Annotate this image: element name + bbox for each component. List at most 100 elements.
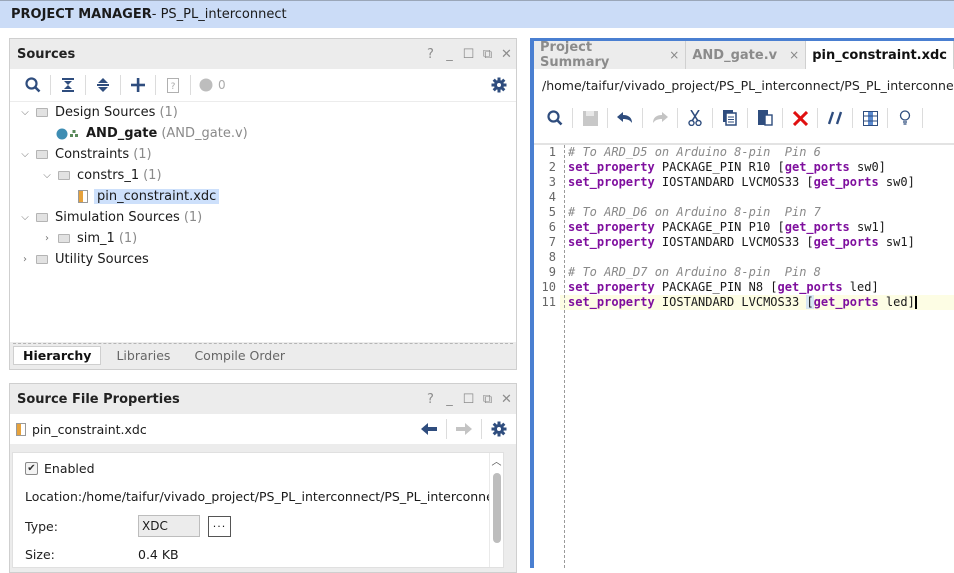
- chevron-down-icon[interactable]: ⌵: [18, 107, 32, 118]
- unknown-file-icon: ?: [167, 77, 179, 93]
- expand-all-button[interactable]: [86, 72, 120, 98]
- code-line[interactable]: 7 set_property IOSTANDARD LVCMOS33 [get_p…: [534, 235, 954, 250]
- tree-item-design-sources[interactable]: ⌵ Design Sources (1): [10, 102, 516, 123]
- code-line[interactable]: 8: [534, 250, 954, 265]
- type-field[interactable]: XDC: [138, 515, 200, 537]
- code-line[interactable]: 11 set_property IOSTANDARD LVCMOS33 [get_…: [534, 295, 954, 310]
- delete-button[interactable]: [783, 105, 817, 131]
- settings-button[interactable]: [482, 416, 516, 442]
- editor-panel: Project Summary × AND_gate.v × pin_const…: [530, 38, 954, 568]
- tab-libraries[interactable]: Libraries: [107, 347, 179, 364]
- tree-item-count: (1): [183, 210, 203, 225]
- help-icon[interactable]: ?: [421, 47, 440, 62]
- code-line[interactable]: 1 # To ARD_D5 on Arduino 8-pin Pin 6: [534, 145, 954, 160]
- chevron-down-icon[interactable]: ⌵: [18, 212, 32, 223]
- tab-compile-order[interactable]: Compile Order: [185, 347, 294, 364]
- tab-and-gate-v[interactable]: AND_gate.v ×: [686, 41, 807, 69]
- minimize-icon[interactable]: _: [440, 47, 459, 62]
- tab-pin-constraint-xdc[interactable]: pin_constraint.xdc: [806, 41, 954, 69]
- find-button[interactable]: [538, 105, 572, 131]
- tree-item-label: Utility Sources: [55, 252, 149, 267]
- redo-button[interactable]: [643, 105, 677, 131]
- tree-item-label: constrs_1: [77, 168, 140, 183]
- code-keyword: get_ports: [813, 235, 879, 249]
- code-text-segment: IOSTANDARD LVCMOS33: [654, 295, 807, 309]
- close-tab-icon[interactable]: ×: [669, 48, 679, 62]
- code-keyword: set_property: [568, 220, 655, 234]
- code-editor[interactable]: 1 # To ARD_D5 on Arduino 8-pin Pin 6 2 set_…: [534, 143, 954, 568]
- save-button[interactable]: [573, 105, 607, 131]
- tree-item-label: Design Sources: [55, 105, 156, 120]
- scrollbar-thumb[interactable]: [493, 473, 501, 543]
- toggle-comment-button[interactable]: [818, 105, 852, 131]
- float-icon[interactable]: ⧉: [478, 392, 497, 407]
- copy-button[interactable]: [713, 105, 747, 131]
- chevron-right-icon[interactable]: ›: [18, 254, 32, 265]
- column-select-icon: [862, 110, 878, 126]
- properties-scrollbar[interactable]: ︿: [489, 453, 503, 567]
- undo-button[interactable]: [608, 105, 642, 131]
- code-line[interactable]: 2 set_property PACKAGE_PIN R10 [get_ports…: [534, 160, 954, 175]
- chevron-down-icon[interactable]: ⌵: [40, 170, 54, 181]
- code-keyword: set_property: [568, 160, 655, 174]
- add-sources-button[interactable]: [121, 72, 155, 98]
- enabled-checkbox[interactable]: ✔: [25, 462, 38, 475]
- minimize-icon[interactable]: _: [440, 392, 459, 407]
- code-line[interactable]: 5 # To ARD_D6 on Arduino 8-pin Pin 7: [534, 205, 954, 220]
- settings-button[interactable]: [482, 72, 516, 98]
- line-number: 8: [548, 250, 556, 264]
- tree-item-sim-1[interactable]: › sim_1 (1): [10, 228, 516, 249]
- tab-label: pin_constraint.xdc: [812, 47, 947, 63]
- close-icon[interactable]: ✕: [497, 392, 516, 407]
- code-keyword: set_property: [568, 235, 655, 249]
- help-icon[interactable]: ?: [421, 392, 440, 407]
- tree-item-utility-sources[interactable]: › Utility Sources: [10, 249, 516, 270]
- chevron-right-icon[interactable]: ›: [40, 233, 54, 244]
- close-tab-icon[interactable]: ×: [789, 48, 799, 62]
- tree-item-pin-constraint[interactable]: pin_constraint.xdc: [10, 186, 516, 207]
- hint-button[interactable]: [888, 105, 922, 131]
- code-line[interactable]: 10 set_property PACKAGE_PIN N8 [get_ports…: [534, 280, 954, 295]
- type-browse-button[interactable]: ···: [208, 515, 231, 537]
- column-select-button[interactable]: [853, 105, 887, 131]
- tree-item-simulation-sources[interactable]: ⌵ Simulation Sources (1): [10, 207, 516, 228]
- collapse-all-button[interactable]: [51, 72, 85, 98]
- folder-icon: [58, 171, 70, 180]
- code-line[interactable]: 6 set_property PACKAGE_PIN P10 [get_ports…: [534, 220, 954, 235]
- line-number: 2: [548, 160, 556, 174]
- tab-project-summary[interactable]: Project Summary ×: [534, 40, 687, 70]
- tree-item-and-gate[interactable]: AND_gate (AND_gate.v): [10, 123, 516, 144]
- back-button[interactable]: [412, 416, 446, 442]
- float-icon[interactable]: ⧉: [478, 47, 497, 62]
- paste-button[interactable]: [748, 105, 782, 131]
- forward-button[interactable]: [447, 416, 481, 442]
- size-label: Size:: [25, 547, 55, 562]
- chevron-down-icon[interactable]: ⌵: [18, 149, 32, 160]
- code-text-segment: led]: [842, 280, 879, 294]
- search-button[interactable]: [16, 72, 50, 98]
- code-line[interactable]: 4: [534, 190, 954, 205]
- scissors-icon: [688, 110, 702, 126]
- properties-toolbar: pin_constraint.xdc: [10, 414, 516, 444]
- cut-button[interactable]: [678, 105, 712, 131]
- toolbar-separator: [922, 108, 923, 128]
- paste-icon: [757, 110, 773, 126]
- code-comment: # To ARD_D7 on Arduino 8-pin Pin 8: [568, 265, 821, 279]
- close-icon[interactable]: ✕: [497, 47, 516, 62]
- tree-item-constraints[interactable]: ⌵ Constraints (1): [10, 144, 516, 165]
- code-text: # To ARD_D5 on Arduino 8-pin Pin 6: [560, 145, 954, 160]
- unknown-sources-button[interactable]: ?: [156, 72, 190, 98]
- code-line[interactable]: 9 # To ARD_D7 on Arduino 8-pin Pin 8: [534, 265, 954, 280]
- maximize-icon[interactable]: ☐: [459, 392, 478, 407]
- sources-panel-title: Sources: [17, 46, 76, 62]
- text-cursor: [914, 296, 917, 309]
- tab-hierarchy[interactable]: Hierarchy: [13, 346, 102, 365]
- location-label: Location:: [25, 489, 83, 504]
- tree-item-constrs-1[interactable]: ⌵ constrs_1 (1): [10, 165, 516, 186]
- scroll-up-icon[interactable]: ︿: [490, 453, 503, 468]
- maximize-icon[interactable]: ☐: [459, 47, 478, 62]
- code-line[interactable]: 3 set_property IOSTANDARD LVCMOS33 [get_p…: [534, 175, 954, 190]
- errors-indicator[interactable]: 0: [191, 72, 234, 98]
- code-comment: # To ARD_D5 on Arduino 8-pin Pin 6: [568, 145, 821, 159]
